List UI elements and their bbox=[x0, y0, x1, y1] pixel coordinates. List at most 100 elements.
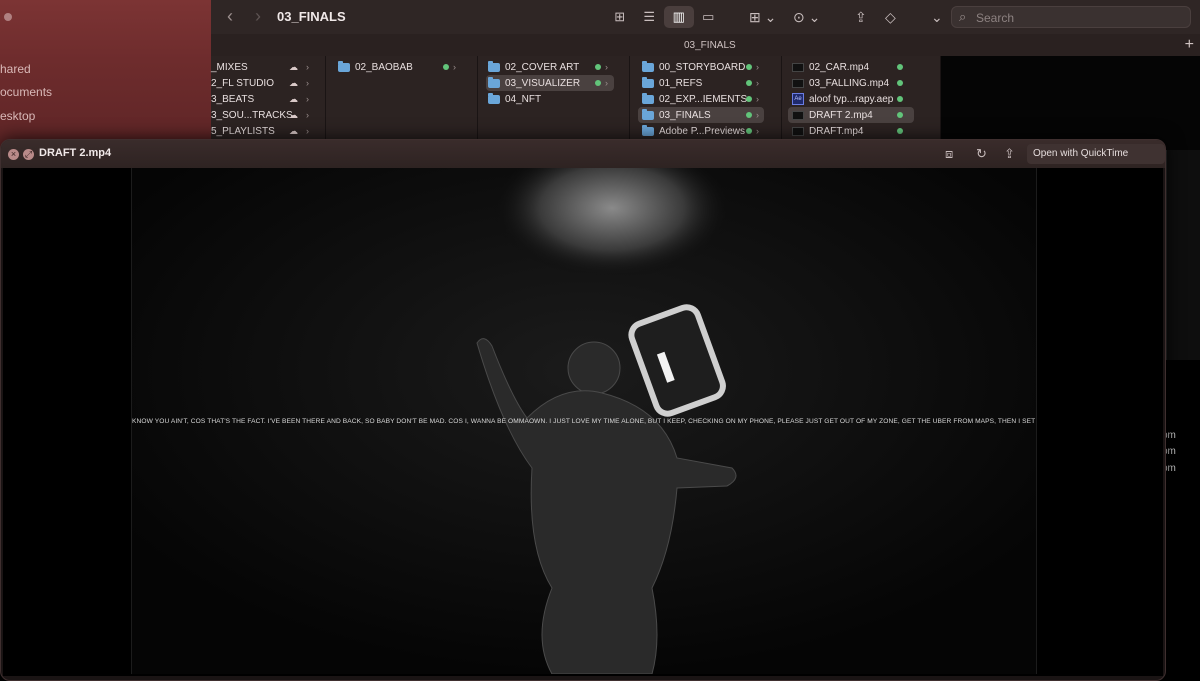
view-mode-control[interactable]: ⊞ ☰ ▥ ▭ bbox=[605, 6, 723, 28]
browser-column: _MIXES ☁ › 2_FL STUDIO ☁ › 3_BEATS ☁ › 3_SO… bbox=[211, 56, 326, 150]
chevron-right-icon: › bbox=[605, 78, 608, 88]
finder-window: hared ocuments esktop ‹ › 03_FINALS ⊞ ☰ … bbox=[0, 0, 1200, 152]
chevron-right-icon: › bbox=[306, 78, 309, 88]
cloud-icon: ☁ bbox=[289, 62, 298, 72]
browser-column: 02_COVER ART › 03_VISUALIZER › 04_NFT bbox=[478, 56, 630, 150]
time-label: pm bbox=[1162, 446, 1176, 457]
icon-view-icon[interactable]: ⊞ bbox=[605, 6, 635, 28]
list-item-selected[interactable]: DRAFT 2.mp4 bbox=[788, 107, 914, 123]
sync-status-icon bbox=[443, 64, 449, 70]
chevron-right-icon: › bbox=[756, 62, 759, 72]
video-preview[interactable]: KNOW YOU AIN'T, COS THAT'S THE FACT. I'V… bbox=[131, 168, 1037, 674]
finder-toolbar: ‹ › 03_FINALS ⊞ ☰ ▥ ▭ ⊞ ⌄ ⊙ ⌄ ⇪ ◇ ⌄ ⌕ bbox=[211, 0, 1200, 35]
list-view-icon[interactable]: ☰ bbox=[635, 6, 665, 28]
action-menu-icon[interactable]: ⊙ ⌄ bbox=[793, 8, 820, 26]
window-control-dot[interactable] bbox=[4, 13, 12, 21]
chevron-right-icon: › bbox=[756, 78, 759, 88]
sync-status-icon bbox=[897, 112, 903, 118]
chevron-right-icon: › bbox=[306, 94, 309, 104]
sidebar-item-documents[interactable]: ocuments bbox=[0, 85, 52, 99]
sync-status-icon bbox=[746, 96, 752, 102]
list-item[interactable]: 02_COVER ART bbox=[488, 59, 624, 75]
back-icon[interactable]: ‹ bbox=[227, 6, 233, 27]
quick-look-window: × ⤢ DRAFT 2.mp4 ⧈ ↻ ⇪ Open with QuickTim… bbox=[0, 139, 1166, 681]
sidebar-item-shared[interactable]: hared bbox=[0, 62, 31, 76]
tag-icon[interactable]: ◇ bbox=[885, 8, 896, 26]
video-file-icon bbox=[792, 126, 804, 136]
forward-icon[interactable]: › bbox=[255, 6, 261, 27]
rotate-icon[interactable]: ↻ bbox=[976, 146, 987, 162]
list-item[interactable]: 03_FALLING.mp4 bbox=[792, 75, 932, 91]
folder-icon bbox=[488, 60, 500, 72]
chevron-down-icon[interactable]: ⌄ bbox=[931, 8, 943, 26]
path-title: 03_FINALS bbox=[684, 40, 736, 51]
quick-look-titlebar: × ⤢ DRAFT 2.mp4 ⧈ ↻ ⇪ Open with QuickTim… bbox=[1, 140, 1165, 179]
group-icon[interactable]: ⊞ ⌄ bbox=[749, 8, 776, 26]
browser-column: 02_BAOBAB › bbox=[326, 56, 478, 150]
after-effects-file-icon: Ae bbox=[792, 93, 804, 105]
folder-icon bbox=[642, 60, 654, 72]
cloud-icon: ☁ bbox=[289, 126, 298, 136]
list-item[interactable]: 3_BEATS bbox=[211, 91, 321, 107]
background-window bbox=[941, 56, 1200, 152]
folder-icon bbox=[338, 60, 350, 72]
browser-column: 02_CAR.mp4 03_FALLING.mp4 Ae aloof typ...… bbox=[782, 56, 941, 150]
video-file-icon bbox=[792, 78, 804, 88]
time-label: pm bbox=[1162, 430, 1176, 441]
video-file-icon bbox=[792, 110, 804, 120]
search-field[interactable]: ⌕ bbox=[951, 6, 1191, 28]
open-with-quicktime-button[interactable]: Open with QuickTime Player bbox=[1027, 144, 1165, 179]
folder-icon bbox=[488, 76, 500, 88]
window-title: 03_FINALS bbox=[277, 9, 346, 24]
chevron-right-icon: › bbox=[756, 126, 759, 136]
chevron-right-icon: › bbox=[306, 62, 309, 72]
sidebar-item-desktop[interactable]: esktop bbox=[0, 109, 35, 123]
share-icon[interactable]: ⇪ bbox=[1004, 146, 1015, 162]
list-item[interactable]: _MIXES bbox=[211, 59, 321, 75]
cloud-icon: ☁ bbox=[289, 78, 298, 88]
finder-sidebar: hared ocuments esktop bbox=[0, 0, 212, 150]
chevron-right-icon: › bbox=[306, 126, 309, 136]
background-window-panel bbox=[1166, 150, 1200, 360]
quick-look-content: KNOW YOU AIN'T, COS THAT'S THE FACT. I'V… bbox=[3, 168, 1163, 676]
list-item[interactable]: DRAFT.mp4 bbox=[792, 123, 932, 139]
list-item[interactable]: 02_CAR.mp4 bbox=[792, 59, 932, 75]
add-tab-icon[interactable]: + bbox=[1185, 36, 1194, 54]
fullscreen-icon[interactable]: ⤢ bbox=[23, 149, 34, 160]
sync-status-icon bbox=[897, 64, 903, 70]
cloud-icon: ☁ bbox=[289, 110, 298, 120]
folder-icon bbox=[642, 92, 654, 104]
list-item[interactable]: 2_FL STUDIO bbox=[211, 75, 321, 91]
chevron-right-icon: › bbox=[306, 110, 309, 120]
video-file-icon bbox=[792, 62, 804, 72]
list-item[interactable]: Ae aloof typ...rapy.aep bbox=[792, 91, 932, 107]
sync-status-icon bbox=[746, 80, 752, 86]
sync-status-icon bbox=[746, 128, 752, 134]
list-item[interactable]: 5_PLAYLISTS bbox=[211, 123, 321, 139]
sync-status-icon bbox=[595, 80, 601, 86]
share-icon[interactable]: ⇪ bbox=[855, 8, 867, 26]
close-icon[interactable]: × bbox=[8, 149, 19, 160]
search-input[interactable] bbox=[974, 8, 1178, 28]
cloud-icon: ☁ bbox=[289, 94, 298, 104]
chevron-right-icon: › bbox=[756, 94, 759, 104]
sync-status-icon bbox=[897, 128, 903, 134]
browser-column: 00_STORYBOARD › 01_REFS › 02_EXP...IEMEN… bbox=[630, 56, 782, 150]
list-item[interactable]: 3_SOU...TRACKS bbox=[211, 107, 321, 123]
gallery-view-icon[interactable]: ▭ bbox=[694, 6, 724, 28]
folder-icon bbox=[642, 108, 654, 120]
sync-status-icon bbox=[897, 80, 903, 86]
chevron-right-icon: › bbox=[605, 62, 608, 72]
sync-status-icon bbox=[595, 64, 601, 70]
folder-icon bbox=[488, 92, 500, 104]
column-view-icon[interactable]: ▥ bbox=[664, 6, 694, 28]
lyrics-caption: KNOW YOU AIN'T, COS THAT'S THE FACT. I'V… bbox=[132, 418, 1036, 425]
sync-status-icon bbox=[897, 96, 903, 102]
chevron-right-icon: › bbox=[756, 110, 759, 120]
folder-icon bbox=[642, 76, 654, 88]
path-bar: 03_FINALS + bbox=[211, 34, 1200, 57]
chevron-right-icon: › bbox=[453, 62, 456, 72]
sync-status-icon bbox=[746, 112, 752, 118]
trim-icon[interactable]: ⧈ bbox=[945, 146, 953, 162]
list-item[interactable]: 04_NFT bbox=[488, 91, 624, 107]
